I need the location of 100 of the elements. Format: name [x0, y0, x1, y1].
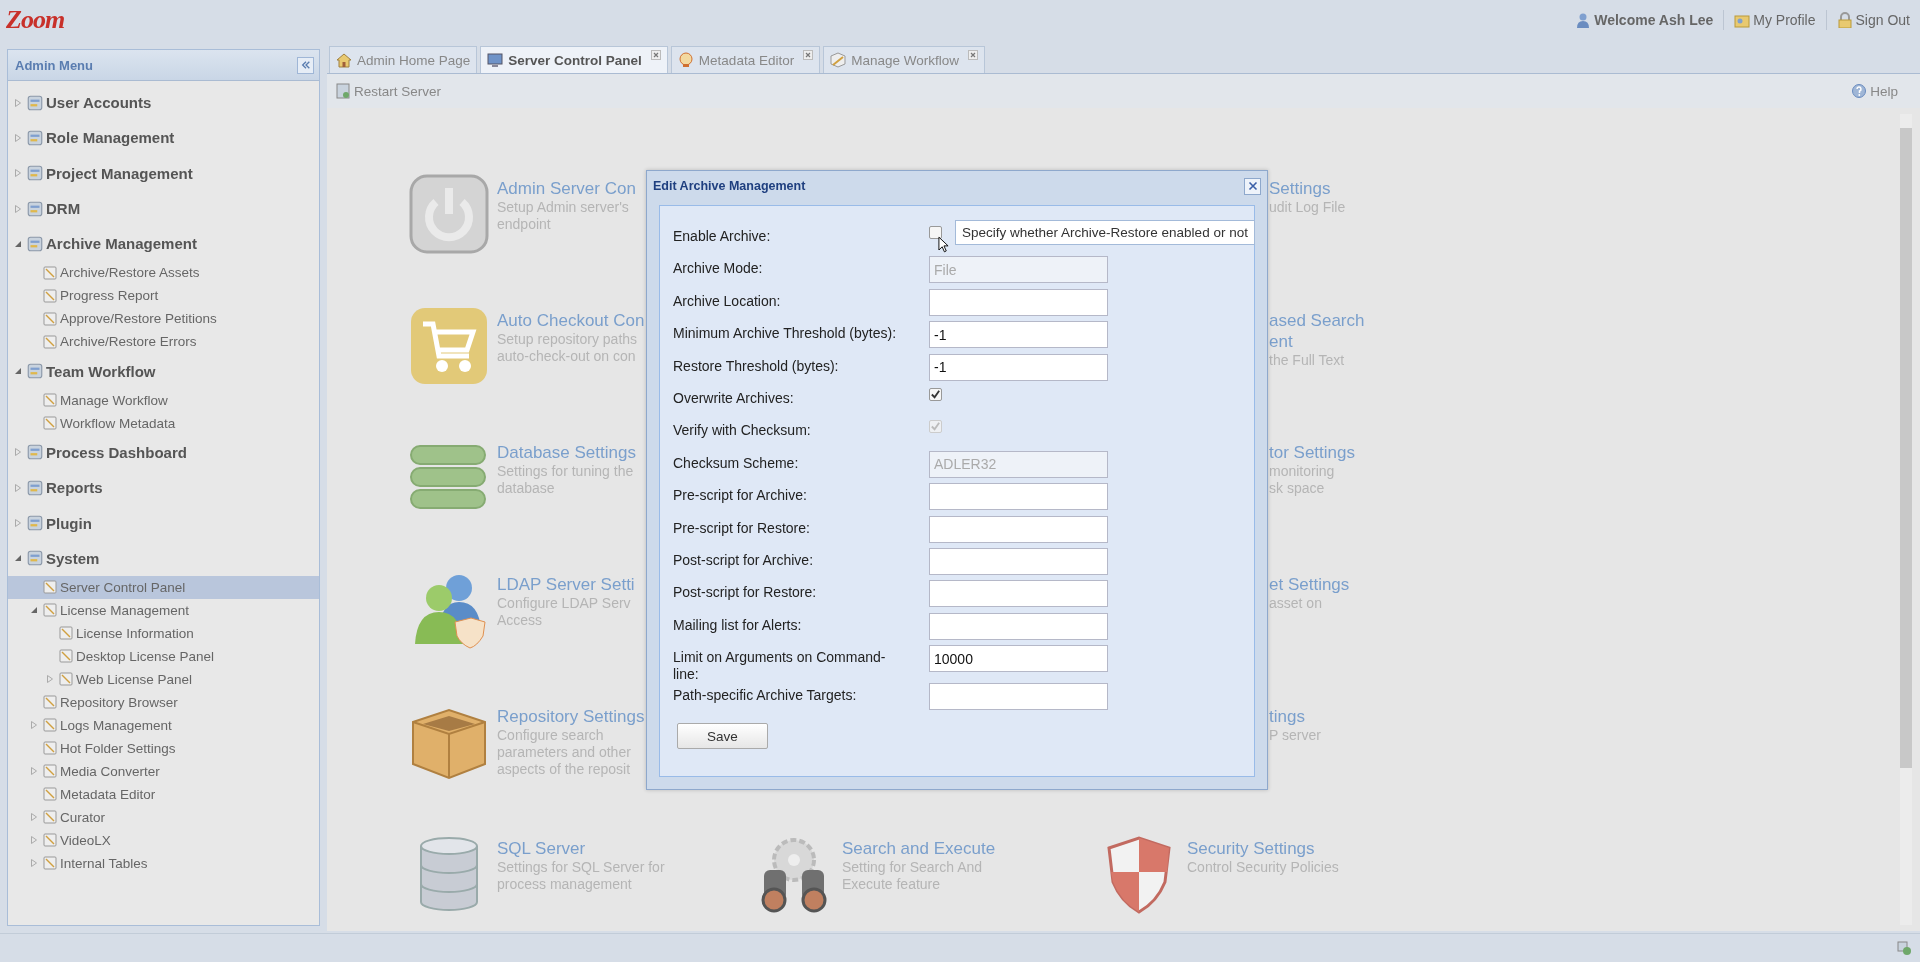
tree-item[interactable]: Approve/Restore Petitions	[8, 307, 319, 331]
tree-item[interactable]: Archive/Restore Assets	[8, 261, 319, 285]
tab[interactable]: Metadata Editor	[670, 46, 821, 73]
lock-icon	[1836, 12, 1853, 28]
tree-item[interactable]: System	[8, 540, 319, 576]
house-icon	[336, 52, 352, 68]
document-icon	[26, 93, 44, 112]
tree-item[interactable]: Logs Management	[8, 713, 319, 737]
text-field[interactable]	[929, 612, 1108, 640]
help-icon	[1851, 83, 1868, 99]
text-field[interactable]: -1	[929, 353, 1108, 381]
dialog-title: Edit Archive Management	[653, 179, 806, 193]
collapse-button[interactable]	[297, 56, 314, 74]
field-label: Checksum Scheme:	[673, 453, 800, 472]
checkbox[interactable]	[929, 387, 942, 401]
chevrons-icon	[300, 60, 311, 70]
close-button[interactable]	[1244, 177, 1261, 195]
tab[interactable]: Server Control Panel	[480, 46, 668, 73]
close-icon[interactable]	[803, 50, 814, 60]
expand-arrow-icon[interactable]	[14, 239, 22, 248]
tree-item[interactable]: Internal Tables	[8, 851, 319, 875]
scrollbar[interactable]	[1900, 114, 1912, 925]
document-icon	[26, 362, 44, 381]
tree-item[interactable]: DRM	[8, 190, 319, 227]
document-icon	[42, 415, 58, 432]
text-field[interactable]	[929, 515, 1108, 543]
tree-item[interactable]: Progress Report	[8, 284, 319, 308]
text-field[interactable]: -1	[929, 321, 1108, 349]
close-icon[interactable]	[650, 50, 661, 60]
tree-item[interactable]: Archive/Restore Errors	[8, 330, 319, 354]
field-label: Archive Mode:	[673, 259, 764, 278]
tree-item[interactable]: Curator	[8, 805, 319, 829]
document-icon	[26, 514, 44, 532]
document-icon	[26, 164, 44, 183]
document-icon	[26, 234, 44, 253]
tree-item[interactable]: Project Management	[8, 155, 319, 191]
document-icon	[42, 740, 58, 757]
document-icon	[26, 478, 44, 497]
text-field[interactable]	[929, 683, 1108, 711]
document-icon	[42, 311, 58, 327]
document-icon	[26, 199, 44, 218]
logo: Zoom	[6, 5, 65, 35]
document-icon	[26, 443, 44, 462]
tree-item[interactable]: License Information	[8, 621, 319, 645]
field-label: Archive Location:	[673, 291, 782, 310]
text-field[interactable]: 10000	[929, 645, 1108, 673]
network-icon	[1896, 940, 1912, 956]
document-icon	[42, 786, 58, 803]
expand-arrow-icon[interactable]	[14, 367, 22, 376]
close-icon[interactable]	[967, 50, 978, 60]
close-icon	[1247, 181, 1258, 191]
text-field[interactable]	[929, 547, 1108, 575]
document-icon	[58, 671, 74, 688]
document-icon	[42, 392, 58, 409]
tree-item[interactable]: Metadata Editor	[8, 782, 319, 806]
tree-item[interactable]: Repository Browser	[8, 690, 319, 714]
text-field[interactable]	[929, 288, 1108, 316]
expand-arrow-icon[interactable]	[14, 554, 22, 563]
tree-item[interactable]: Web License Panel	[8, 667, 319, 691]
user-icon	[1575, 12, 1592, 28]
document-icon	[58, 648, 74, 665]
tree-item[interactable]: Workflow Metadata	[8, 411, 319, 435]
tree-item[interactable]: Server Control Panel	[8, 575, 319, 599]
expand-arrow-icon[interactable]	[30, 606, 38, 615]
tab[interactable]: Manage Workflow	[823, 46, 985, 73]
field-label: Path-specific Archive Targets:	[673, 686, 858, 705]
document-icon	[42, 579, 58, 596]
tree-item[interactable]: Plugin	[8, 505, 319, 541]
tree-item[interactable]: Role Management	[8, 120, 319, 156]
welcome-text: Welcome Ash Lee	[1575, 12, 1714, 28]
tree-item[interactable]: Team Workflow	[8, 353, 319, 389]
tree-item[interactable]: Archive Management	[8, 226, 319, 262]
tab[interactable]: Admin Home Page	[329, 46, 478, 73]
header-link[interactable]: My Profile	[1734, 12, 1816, 28]
tree-item[interactable]: License Management	[8, 598, 319, 622]
tree-item[interactable]: Process Dashboard	[8, 434, 319, 471]
tree-item[interactable]: VideoLX	[8, 828, 319, 852]
profile-icon	[1734, 12, 1751, 28]
tree-item[interactable]: Media Converter	[8, 759, 319, 783]
tree-item[interactable]: Manage Workflow	[8, 388, 319, 412]
field-label: Pre-script for Archive:	[673, 486, 808, 505]
restart-server-button[interactable]: Restart Server	[333, 81, 444, 101]
help-button[interactable]: Help	[1849, 81, 1900, 101]
field-label: Verify with Checksum:	[673, 421, 812, 440]
tooltip: Specify whether Archive-Restore enabled or not	[955, 220, 1255, 245]
text-field[interactable]	[929, 483, 1108, 511]
header-link[interactable]: Sign Out	[1836, 12, 1910, 28]
checkbox[interactable]	[929, 226, 942, 239]
save-button[interactable]: Save	[677, 723, 768, 750]
tree-item[interactable]: Reports	[8, 470, 319, 506]
tree-item[interactable]: Desktop License Panel	[8, 644, 319, 668]
document-icon	[42, 265, 58, 281]
tree-item[interactable]: Hot Folder Settings	[8, 736, 319, 760]
document-icon	[42, 717, 58, 734]
tree-item[interactable]: User Accounts	[8, 85, 319, 121]
text-field[interactable]	[929, 580, 1108, 608]
sidebar-title: Admin Menu	[15, 57, 93, 73]
monitor-icon	[487, 52, 504, 68]
field-label: Post-script for Restore:	[673, 583, 818, 602]
document-icon	[42, 602, 58, 619]
